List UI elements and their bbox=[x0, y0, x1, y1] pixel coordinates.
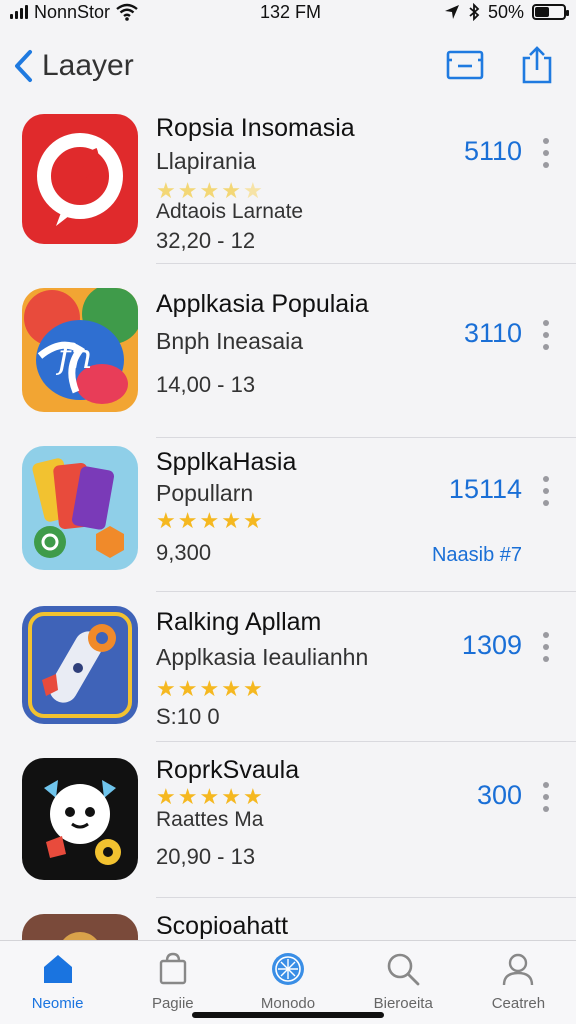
status-right: 50% bbox=[444, 1, 569, 23]
price-button[interactable]: 1309 bbox=[462, 630, 522, 661]
list-item[interactable]: RoprkSvaula ★ ★ ★ ★ ★ Raattes Ma 20,90 - 13 … bbox=[0, 746, 576, 910]
price-button[interactable]: 3110 bbox=[464, 318, 522, 349]
app-icon-ghost-mascot[interactable] bbox=[22, 758, 138, 880]
app-subtitle: Bnph Ineasaia bbox=[156, 328, 304, 354]
star-icon: ★ bbox=[221, 784, 241, 809]
chevron-left-icon bbox=[15, 50, 32, 82]
star-icon: ★ bbox=[156, 676, 176, 701]
carrier-label: NonnStor bbox=[34, 1, 111, 22]
search-icon bbox=[387, 953, 420, 986]
share-icon[interactable] bbox=[518, 46, 556, 84]
list-item[interactable]: fn Applkasia Populaia Bnph Ineasaia 14,0… bbox=[0, 272, 576, 438]
star-icon: ★ bbox=[221, 676, 241, 701]
app-icon-partial[interactable] bbox=[22, 914, 138, 940]
tab-profile[interactable]: Ceatreh bbox=[461, 941, 576, 1024]
rank-badge: Naasib #7 bbox=[431, 544, 522, 566]
battery-level-fill bbox=[535, 7, 549, 17]
row-divider bbox=[156, 897, 576, 898]
star-icon: ★ bbox=[177, 508, 198, 533]
status-bar: NonnStor 132 FM 50% bbox=[0, 0, 576, 24]
app-meta: 9,300 bbox=[156, 540, 212, 565]
tab-home[interactable]: Neomie bbox=[0, 941, 115, 1024]
signal-icon bbox=[10, 5, 28, 19]
star-rating: ★ ★ ★ ★ ★ bbox=[156, 508, 263, 534]
app-icon-blue-tool[interactable] bbox=[22, 606, 138, 724]
price-button[interactable]: 300 bbox=[477, 780, 522, 811]
location-icon bbox=[444, 5, 459, 19]
star-icon: ★ bbox=[177, 784, 198, 809]
more-options-icon[interactable] bbox=[538, 320, 554, 350]
battery-percent: 50% bbox=[487, 1, 524, 22]
navigation-bar: Laayer bbox=[0, 40, 576, 92]
status-time: 132 FM bbox=[260, 1, 322, 22]
list-item[interactable]: Ralking Apllam Applkasia Ieaulianhn ★ ★ ★ ★… bbox=[0, 600, 576, 764]
tab-label: Ceatreh bbox=[491, 995, 546, 1012]
app-icon-red-swirl[interactable] bbox=[22, 114, 138, 244]
app-note: Raattes Ma bbox=[156, 808, 264, 831]
more-options-icon[interactable] bbox=[538, 632, 554, 662]
star-icon: ★ bbox=[242, 784, 263, 809]
app-name: Scopioahatt bbox=[156, 912, 289, 940]
battery-icon bbox=[532, 4, 569, 20]
back-button[interactable]: Laayer bbox=[12, 49, 134, 83]
star-icon: ★ bbox=[221, 508, 241, 533]
card-icon[interactable] bbox=[446, 46, 484, 84]
app-subtitle: Llapirania bbox=[156, 148, 256, 174]
bluetooth-icon bbox=[469, 3, 480, 21]
star-icon: ★ bbox=[177, 676, 198, 701]
back-label: Laayer bbox=[42, 49, 134, 82]
app-subtitle: Applkasia Ieaulianhn bbox=[156, 644, 369, 670]
app-subtitle: Popullarn bbox=[156, 480, 254, 506]
star-icon: ★ bbox=[199, 508, 220, 533]
bag-icon bbox=[159, 952, 186, 985]
app-name: Applkasia Populaia bbox=[156, 290, 369, 318]
svg-text:fn: fn bbox=[55, 337, 92, 377]
star-icon: ★ bbox=[156, 508, 176, 533]
more-options-icon[interactable] bbox=[538, 782, 554, 812]
tab-label: Neomie bbox=[31, 995, 84, 1012]
tab-label: Bieroeita bbox=[373, 995, 433, 1012]
profile-icon bbox=[503, 953, 534, 986]
app-icon-color-cards[interactable] bbox=[22, 446, 138, 570]
list-item[interactable]: SpplkaHasia Popullarn ★ ★ ★ ★ ★ 9,300 15114 … bbox=[0, 436, 576, 600]
home-icon bbox=[43, 955, 72, 983]
app-icon-colorful-font[interactable]: fn bbox=[22, 288, 138, 412]
list-item[interactable]: Ropsia Insomasia Llapirania ★ ★ ★ ★ ★ Adtaoi… bbox=[0, 100, 576, 264]
app-note: Adtaois Larnate bbox=[156, 200, 304, 223]
star-icon: ★ bbox=[242, 508, 263, 533]
nav-actions bbox=[446, 46, 556, 84]
app-name: SpplkaHasia bbox=[156, 448, 297, 476]
row-divider bbox=[156, 591, 576, 592]
price-button[interactable]: 5110 bbox=[464, 136, 522, 167]
app-name: Ralking Apllam bbox=[156, 608, 322, 636]
tab-label: Pagiie bbox=[151, 995, 194, 1012]
star-rating: ★ ★ ★ ★ ★ bbox=[156, 676, 263, 702]
app-name: Ropsia Insomasia bbox=[156, 114, 355, 142]
star-icon: ★ bbox=[156, 784, 176, 809]
app-name: RoprkSvaula bbox=[156, 756, 300, 784]
star-icon: ★ bbox=[199, 784, 220, 809]
status-left: NonnStor bbox=[10, 2, 138, 23]
app-meta: S:10 0 bbox=[156, 704, 220, 729]
more-options-icon[interactable] bbox=[538, 138, 554, 168]
row-divider bbox=[156, 263, 576, 264]
app-meta: 20,90 - 13 bbox=[156, 844, 256, 869]
app-meta: 14,00 - 13 bbox=[156, 372, 256, 397]
compass-icon bbox=[272, 953, 304, 985]
star-icon: ★ bbox=[199, 676, 220, 701]
star-rating: ★ ★ ★ ★ ★ bbox=[156, 784, 263, 810]
app-meta: 32,20 - 12 bbox=[156, 228, 256, 253]
wifi-icon bbox=[116, 3, 138, 21]
list-item[interactable]: Scopioahatt bbox=[0, 906, 576, 940]
star-icon: ★ bbox=[242, 676, 263, 701]
home-indicator bbox=[192, 1012, 384, 1018]
more-options-icon[interactable] bbox=[538, 476, 554, 506]
tab-label: Monodo bbox=[260, 995, 316, 1012]
row-divider bbox=[156, 741, 576, 742]
price-button[interactable]: 15114 bbox=[449, 474, 522, 505]
